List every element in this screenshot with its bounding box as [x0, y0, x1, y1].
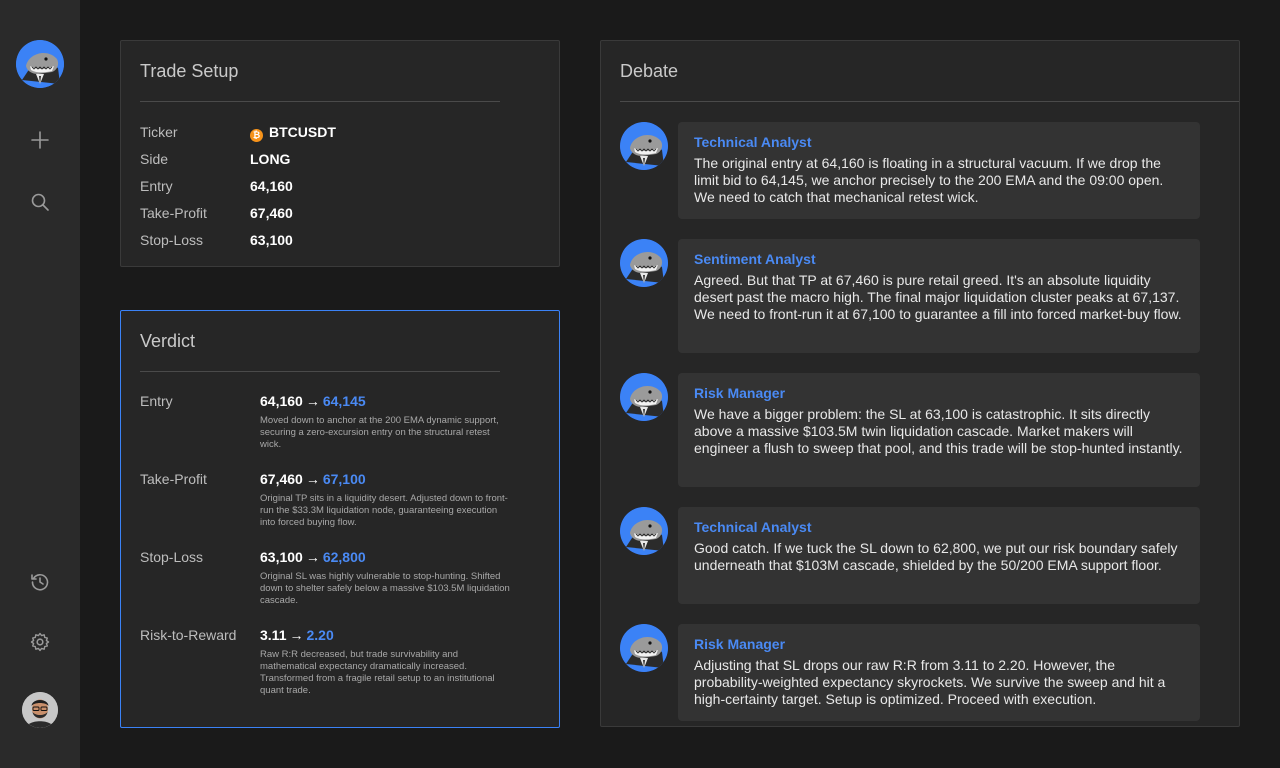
verdict-panel: Verdict Entry 64,160 → 64,145 Moved down t… [120, 310, 560, 728]
old-value: 3.11 [260, 627, 287, 643]
speaker-name: Sentiment Analyst [694, 251, 816, 267]
setup-value: LONG [250, 151, 291, 167]
verdict-values: 3.11 → 2.20 [260, 627, 334, 643]
speaker-name: Technical Analyst [694, 519, 812, 535]
new-chat-button[interactable] [28, 128, 52, 152]
setup-row-side: Side LONG [140, 151, 520, 171]
message-text: Adjusting that SL drops our raw R:R from… [694, 657, 1166, 707]
verdict-row-risk-to-reward: Risk-to-Reward 3.11 → 2.20 Raw R:R decreas… [140, 627, 540, 703]
setup-label: Take-Profit [140, 205, 207, 221]
settings-button[interactable] [28, 630, 52, 654]
history-icon [31, 573, 49, 591]
setup-value: ₿ BTCUSDT [250, 124, 336, 142]
message-bubble: Technical Analyst The original entry at … [678, 122, 1200, 219]
setup-row-entry: Entry 64,160 [140, 178, 520, 198]
setup-label: Ticker [140, 124, 178, 140]
verdict-row-entry: Entry 64,160 → 64,145 Moved down to anchor… [140, 393, 540, 453]
old-value: 63,100 [260, 549, 303, 565]
message-text: The original entry at 64,160 is floating… [694, 155, 1164, 205]
setup-label: Side [140, 151, 169, 167]
divider [620, 101, 1239, 102]
verdict-note: Original TP sits in a liquidity desert. … [260, 493, 508, 528]
agent-avatar [620, 624, 668, 672]
new-value: 2.20 [306, 627, 334, 643]
search-button[interactable] [28, 190, 52, 214]
message-text: Agreed. But that TP at 67,460 is pure re… [694, 272, 1182, 322]
history-button[interactable] [28, 570, 52, 594]
setup-label: Entry [140, 178, 173, 194]
verdict-note: Moved down to anchor at the 200 EMA dyna… [260, 415, 499, 450]
sidebar [0, 0, 80, 768]
new-value: 67,100 [322, 471, 366, 487]
message-bubble: Technical Analyst Good catch. If we tuck… [678, 507, 1200, 604]
verdict-title: Verdict [140, 331, 196, 351]
debate-title: Debate [620, 61, 679, 81]
verdict-values: 67,460 → 67,100 [260, 471, 366, 487]
agent-avatar [620, 373, 668, 421]
setup-value: 67,460 [250, 205, 293, 221]
message-bubble: Risk Manager We have a bigger problem: t… [678, 373, 1200, 487]
divider [140, 101, 500, 102]
verdict-values: 64,160 → 64,145 [260, 393, 366, 409]
new-value: 64,145 [322, 393, 366, 409]
message-text: Good catch. If we tuck the SL down to 62… [694, 540, 1178, 573]
trade-setup-panel: Trade Setup Ticker ₿ BTCUSDT Side LONG En… [120, 40, 560, 267]
message-bubble: Sentiment Analyst Agreed. But that TP at… [678, 239, 1200, 353]
setup-row-take-profit: Take-Profit 67,460 [140, 205, 520, 225]
setup-value: 64,160 [250, 178, 293, 194]
ticker-value: BTCUSDT [269, 124, 336, 140]
setup-value: 63,100 [250, 232, 293, 248]
message-text: We have a bigger problem: the SL at 63,1… [694, 406, 1183, 456]
app-logo[interactable] [16, 40, 64, 88]
verdict-row-take-profit: Take-Profit 67,460 → 67,100 Original TP si… [140, 471, 540, 531]
verdict-label: Entry [140, 393, 173, 409]
arrow-right-icon: → [289, 627, 304, 643]
setup-row-ticker: Ticker ₿ BTCUSDT [140, 124, 520, 144]
search-icon [31, 193, 49, 211]
verdict-note: Original SL was highly vulnerable to sto… [260, 571, 510, 606]
arrow-right-icon: → [305, 471, 320, 487]
arrow-right-icon: → [305, 549, 320, 565]
verdict-label: Stop-Loss [140, 549, 204, 565]
arrow-right-icon: → [305, 393, 320, 409]
verdict-label: Risk-to-Reward [140, 627, 237, 643]
agent-avatar [620, 122, 668, 170]
bitcoin-icon: ₿ [250, 129, 263, 142]
speaker-name: Risk Manager [694, 385, 786, 401]
old-value: 64,160 [260, 393, 303, 409]
old-value: 67,460 [260, 471, 303, 487]
debate-panel: Debate Technical Analyst The original en… [600, 40, 1240, 727]
user-avatar[interactable] [22, 692, 58, 728]
agent-avatar [620, 507, 668, 555]
plus-icon [31, 131, 49, 149]
speaker-name: Risk Manager [694, 636, 786, 652]
new-value: 62,800 [322, 549, 366, 565]
verdict-note: Raw R:R decreased, but trade survivabili… [260, 649, 495, 696]
verdict-values: 63,100 → 62,800 [260, 549, 366, 565]
verdict-row-stop-loss: Stop-Loss 63,100 → 62,800 Original SL was … [140, 549, 540, 609]
message-bubble: Risk Manager Adjusting that SL drops our… [678, 624, 1200, 721]
gear-icon [30, 632, 50, 652]
verdict-label: Take-Profit [140, 471, 207, 487]
agent-avatar [620, 239, 668, 287]
divider [140, 371, 500, 372]
setup-row-stop-loss: Stop-Loss 63,100 [140, 232, 520, 252]
speaker-name: Technical Analyst [694, 134, 812, 150]
setup-label: Stop-Loss [140, 232, 204, 248]
trade-setup-title: Trade Setup [140, 61, 239, 81]
